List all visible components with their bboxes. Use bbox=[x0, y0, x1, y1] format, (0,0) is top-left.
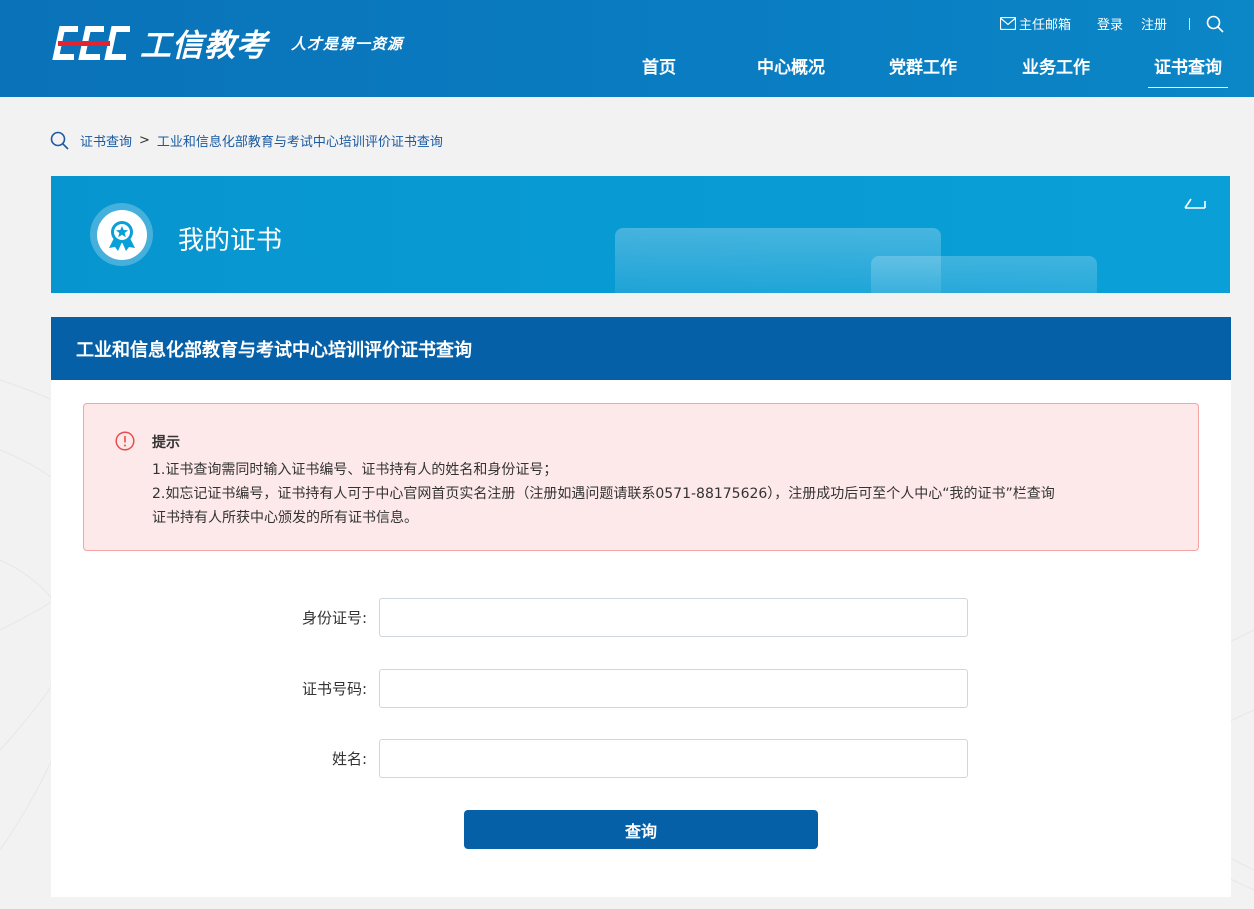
form-row-certificate-number: 证书号码: bbox=[51, 669, 1231, 708]
certificate-query-panel: 工业和信息化部教育与考试中心培训评价证书查询 提示 1.证书查询需同时输入证书编… bbox=[51, 317, 1231, 897]
name-label: 姓名: bbox=[331, 750, 367, 768]
id-number-input[interactable] bbox=[379, 598, 968, 637]
mailbox-link[interactable]: 主任邮箱 bbox=[999, 14, 1071, 33]
breadcrumb: 证书查询 > 工业和信息化部教育与考试中心培训评价证书查询 bbox=[50, 131, 443, 150]
name-input[interactable] bbox=[379, 739, 968, 778]
id-number-label: 身份证号: bbox=[301, 609, 367, 627]
notice-box: 提示 1.证书查询需同时输入证书编号、证书持有人的姓名和身份证号； 2.如忘记证… bbox=[83, 403, 1199, 551]
medal-icon bbox=[108, 220, 135, 251]
mail-icon bbox=[999, 17, 1016, 30]
logo-text: 工信教考 bbox=[140, 28, 268, 64]
breadcrumb-search-icon bbox=[50, 131, 69, 150]
certificate-number-label: 证书号码: bbox=[301, 680, 367, 698]
cec-logo-icon bbox=[52, 25, 130, 60]
nav-business[interactable]: 业务工作 bbox=[1022, 53, 1090, 88]
register-link[interactable]: 注册 bbox=[1141, 14, 1167, 33]
login-link[interactable]: 登录 bbox=[1097, 14, 1123, 33]
slogan: 人才是第一资源 bbox=[291, 35, 404, 53]
certificate-badge bbox=[90, 203, 153, 266]
site-header: 工信教考 人才是第一资源 主任邮箱 登录 注册 首页 中心概况 党群工作 业务工… bbox=[0, 0, 1254, 97]
certificate-number-input[interactable] bbox=[379, 669, 968, 708]
breadcrumb-item-current: 工业和信息化部教育与考试中心培训评价证书查询 bbox=[156, 135, 443, 150]
notice-line: 1.证书查询需同时输入证书编号、证书持有人的姓名和身份证号； bbox=[152, 462, 558, 478]
toplinks-divider bbox=[1189, 17, 1190, 30]
notice-line: 2.如忘记证书编号，证书持有人可于中心官网首页实名注册（注册如遇问题请联系057… bbox=[152, 486, 1055, 502]
banner-title: 我的证书 bbox=[178, 226, 283, 256]
search-icon[interactable] bbox=[1206, 15, 1224, 33]
nav-about[interactable]: 中心概况 bbox=[757, 53, 825, 88]
return-arrow-icon[interactable] bbox=[1184, 196, 1206, 210]
form-row-id-number: 身份证号: bbox=[51, 598, 1231, 637]
notice-lines: 1.证书查询需同时输入证书编号、证书持有人的姓名和身份证号； 2.如忘记证书编号… bbox=[152, 458, 1182, 530]
nav-home[interactable]: 首页 bbox=[642, 53, 676, 88]
form-row-name: 姓名: bbox=[51, 739, 1231, 778]
mailbox-label: 主任邮箱 bbox=[1018, 18, 1071, 33]
notice-line: 证书持有人所获中心颁发的所有证书信息。 bbox=[152, 510, 418, 526]
panel-title: 工业和信息化部教育与考试中心培训评价证书查询 bbox=[51, 317, 1231, 380]
banner-decoration bbox=[871, 256, 1097, 293]
warning-icon bbox=[115, 431, 135, 451]
site-logo[interactable]: 工信教考 bbox=[52, 20, 268, 65]
top-links: 主任邮箱 登录 注册 bbox=[982, 14, 1224, 33]
query-button[interactable]: 查询 bbox=[464, 810, 818, 849]
nav-party[interactable]: 党群工作 bbox=[889, 53, 957, 88]
breadcrumb-separator: > bbox=[139, 133, 150, 148]
my-certificate-banner: 我的证书 bbox=[51, 176, 1230, 293]
nav-certificate-query[interactable]: 证书查询 bbox=[1148, 53, 1228, 88]
notice-title: 提示 bbox=[152, 435, 180, 451]
breadcrumb-item-certificate-query[interactable]: 证书查询 bbox=[80, 131, 132, 150]
